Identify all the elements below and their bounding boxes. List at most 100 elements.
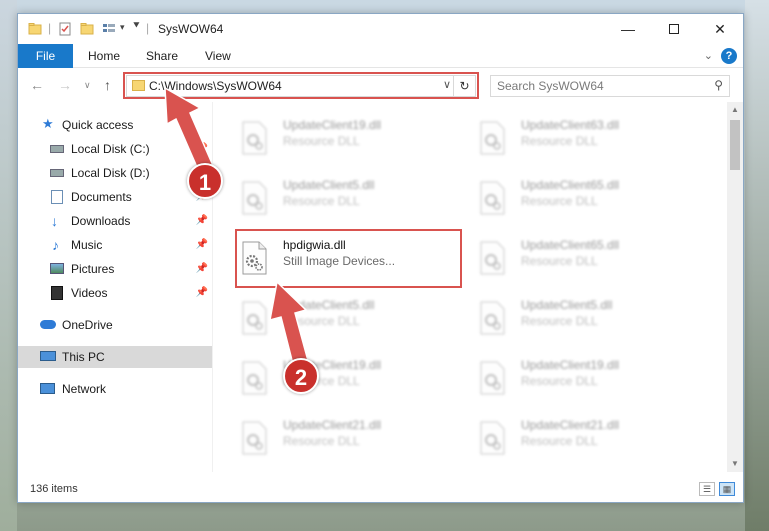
file-name: UpdateClient5.dll (521, 298, 613, 312)
search-icon[interactable]: ⚲ (714, 78, 723, 92)
pin-icon[interactable]: 📌 (196, 138, 208, 160)
file-name: UpdateClient65.dll (521, 178, 620, 192)
sidebar-item-videos[interactable]: Videos 📌 (18, 282, 212, 304)
recent-locations-icon[interactable]: ∨ (84, 80, 91, 91)
file-type: Resource DLL (521, 194, 598, 208)
vertical-scrollbar[interactable]: ▲ ▼ (727, 102, 743, 472)
desktop-background (0, 0, 17, 531)
file-type: Resource DLL (283, 314, 360, 328)
sidebar-item-pictures[interactable]: Pictures 📌 (18, 258, 212, 280)
tab-share[interactable]: Share (146, 44, 178, 68)
ribbon-tabs: File Home Share View ⌄ ? (18, 44, 743, 68)
maximize-button[interactable] (651, 14, 697, 44)
file-item[interactable]: UpdateClient5.dll Resource DLL (233, 176, 463, 226)
scroll-down-icon[interactable]: ▼ (727, 456, 743, 472)
file-name: UpdateClient21.dll (521, 418, 620, 432)
star-icon: ★ (42, 116, 54, 131)
sidebar-item-local-disk-c[interactable]: Local Disk (C:) 📌 (18, 138, 212, 160)
sidebar-item-music[interactable]: ♪ Music 📌 (18, 234, 212, 256)
qat-customize-icon[interactable]: ⯆ (132, 20, 141, 33)
help-icon[interactable]: ? (721, 48, 737, 64)
sidebar-item-label: This PC (62, 350, 105, 364)
search-input[interactable] (491, 76, 691, 96)
dll-file-icon (480, 181, 505, 215)
tab-home[interactable]: Home (88, 44, 120, 68)
sidebar-item-downloads[interactable]: ↓ Downloads 📌 (18, 210, 212, 232)
window-title: SysWOW64 (158, 22, 224, 36)
videos-icon (51, 286, 63, 300)
pin-icon[interactable]: 📌 (196, 234, 208, 256)
details-view-icon[interactable]: ☰ (699, 482, 715, 496)
search-box[interactable]: ⚲ (490, 75, 730, 97)
file-item[interactable]: UpdateClient19.dll Resource DLL (471, 356, 701, 406)
pin-icon[interactable]: 📌 (196, 210, 208, 232)
file-item[interactable]: UpdateClient19.dll Resource DLL (233, 116, 463, 166)
sidebar-item-label: Local Disk (C:) (71, 142, 150, 156)
expand-ribbon-icon[interactable]: ⌄ (704, 49, 713, 62)
scroll-up-icon[interactable]: ▲ (727, 102, 743, 118)
sidebar-item-label: Downloads (71, 214, 131, 228)
new-folder-icon[interactable] (80, 22, 94, 36)
file-name: UpdateClient19.dll (283, 118, 382, 132)
sidebar-item-label: Videos (71, 286, 108, 300)
sidebar-item-label: Network (62, 382, 107, 396)
file-type: Resource DLL (283, 434, 360, 448)
file-item[interactable]: UpdateClient5.dll Resource DLL (233, 296, 463, 346)
download-icon: ↓ (51, 213, 58, 229)
sidebar-item-local-disk-d[interactable]: Local Disk (D:) 📌 (18, 162, 212, 184)
qat-dropdown-icon[interactable]: ▾ (120, 22, 125, 33)
file-item[interactable]: UpdateClient5.dll Resource DLL (471, 296, 701, 346)
sidebar-item-this-pc[interactable]: This PC (18, 346, 212, 368)
file-type: Resource DLL (283, 134, 360, 148)
sidebar-item-label: OneDrive (62, 318, 113, 332)
minimize-button[interactable]: — (605, 14, 651, 44)
drive-icon (50, 145, 64, 153)
tab-file[interactable]: File (18, 44, 73, 68)
navigation-pane: ★ Quick access Local Disk (C:) 📌 Local D… (18, 102, 212, 472)
desktop-background-right (745, 0, 769, 531)
forward-arrow-icon[interactable]: → (58, 77, 72, 93)
minimize-icon: — (621, 21, 635, 37)
file-type: Resource DLL (521, 314, 598, 328)
pin-icon[interactable]: 📌 (196, 258, 208, 280)
file-type: Resource DLL (521, 374, 598, 388)
dll-file-icon (480, 301, 505, 335)
close-button[interactable]: ✕ (697, 14, 743, 44)
step-1-badge: 1 (187, 163, 223, 199)
cloud-icon (40, 320, 56, 329)
title-separator: | (146, 21, 150, 35)
tiles-view-icon[interactable]: ▦ (719, 482, 735, 496)
sidebar-item-onedrive[interactable]: OneDrive (18, 314, 212, 336)
file-item[interactable]: UpdateClient65.dll Resource DLL (471, 176, 701, 226)
file-item[interactable]: UpdateClient21.dll Resource DLL (471, 416, 701, 466)
scroll-thumb[interactable] (730, 120, 740, 170)
sidebar-item-documents[interactable]: Documents 📌 (18, 186, 212, 208)
view-options-icon[interactable] (102, 22, 116, 36)
sidebar-item-network[interactable]: Network (18, 378, 212, 400)
back-arrow-icon[interactable]: ← (30, 77, 44, 93)
file-name: UpdateClient65.dll (521, 238, 620, 252)
file-item[interactable]: UpdateClient65.dll Resource DLL (471, 236, 701, 286)
file-item[interactable]: UpdateClient63.dll Resource DLL (471, 116, 701, 166)
up-arrow-icon[interactable]: ↑ (104, 77, 111, 93)
dll-file-icon (480, 121, 505, 155)
status-bar: 136 items ☰ ▦ (18, 476, 743, 502)
file-item[interactable]: UpdateClient19.dll Resource DLL (233, 356, 463, 406)
pictures-icon (50, 263, 64, 274)
maximize-icon (669, 24, 679, 34)
sidebar-item-label: Local Disk (D:) (71, 166, 150, 180)
file-item[interactable]: UpdateClient21.dll Resource DLL (233, 416, 463, 466)
sidebar-item-label: Quick access (62, 118, 134, 132)
step-2-badge: 2 (283, 358, 319, 394)
properties-icon[interactable] (58, 22, 72, 36)
file-name: UpdateClient63.dll (521, 118, 620, 132)
tab-view[interactable]: View (205, 44, 231, 68)
sidebar-item-label: Pictures (71, 262, 115, 276)
close-icon: ✕ (714, 20, 726, 37)
sidebar-item-label: Music (71, 238, 103, 252)
pin-icon[interactable]: 📌 (196, 282, 208, 304)
sidebar-item-quick-access[interactable]: ★ Quick access (18, 114, 212, 136)
dll-file-icon (242, 421, 267, 455)
dll-file-icon (480, 361, 505, 395)
dll-file-icon (480, 241, 505, 275)
